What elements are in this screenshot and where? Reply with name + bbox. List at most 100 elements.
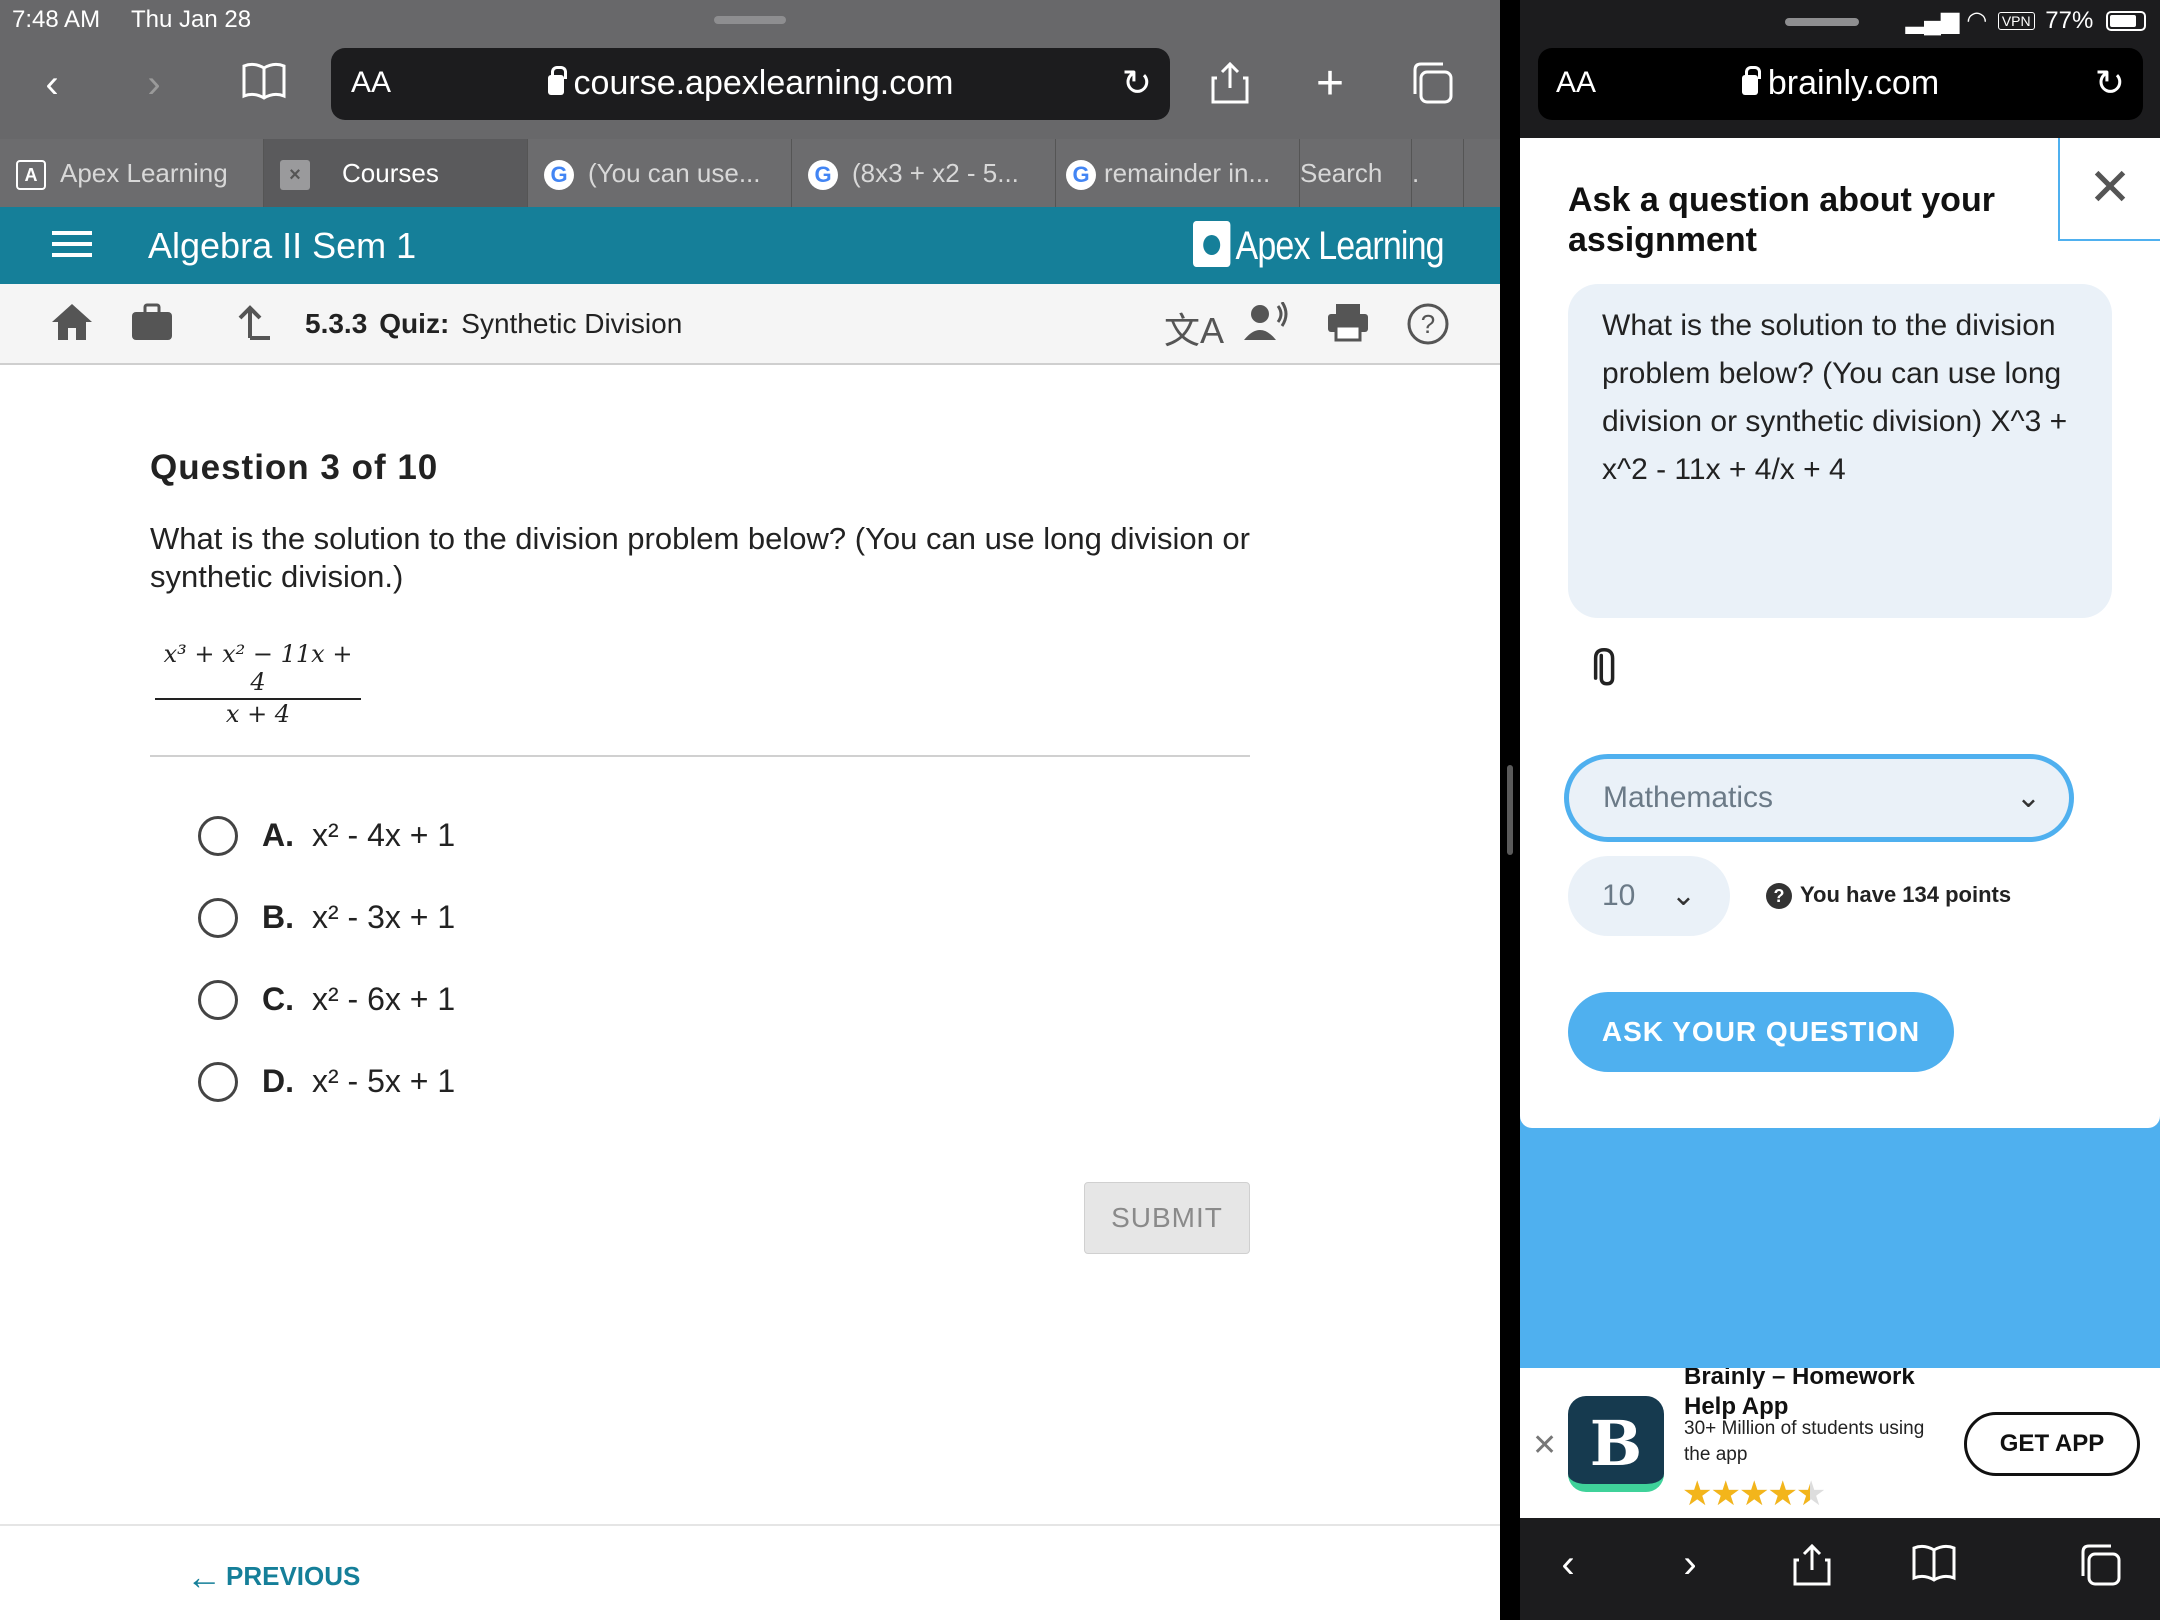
course-header: Algebra II Sem 1 Apex Learning <box>0 207 1500 284</box>
tab-courses[interactable]: × Courses <box>264 139 528 207</box>
split-handle[interactable] <box>1507 765 1513 855</box>
fraction-denominator: x + 4 <box>225 700 291 728</box>
battery-icon <box>2106 11 2146 31</box>
close-tab-icon[interactable]: × <box>280 160 310 191</box>
course-title: Algebra II Sem 1 <box>148 225 417 266</box>
multitask-grabber[interactable] <box>714 16 786 24</box>
url-text: brainly.com <box>1538 64 2143 103</box>
radio-button[interactable] <box>198 980 238 1020</box>
chevron-down-icon: ⌄ <box>1670 879 1696 912</box>
close-icon[interactable]: ✕ <box>2058 138 2160 241</box>
new-tab-icon[interactable]: + <box>1306 60 1354 108</box>
safari-bottom-toolbar: ‹ › <box>1520 1520 2160 1620</box>
left-pane: 7:48 AM Thu Jan 28 ‹ › AA course.apexlea… <box>0 0 1500 1620</box>
option-expression: x² - 5x + 1 <box>312 1063 456 1099</box>
svg-text:?: ? <box>1421 309 1435 339</box>
address-bar[interactable]: AA brainly.com ↻ <box>1538 48 2143 120</box>
menu-icon[interactable] <box>52 231 92 259</box>
battery-percent: 77% <box>2045 7 2094 34</box>
arrow-left-icon: ← <box>186 1556 222 1597</box>
rating-stars: ★★★★★★★★★★ <box>1682 1475 1826 1513</box>
lock-icon <box>547 66 567 95</box>
tab-search[interactable]: Search <box>1300 139 1412 207</box>
share-icon[interactable] <box>1206 60 1254 108</box>
submit-button[interactable]: SUBMIT <box>1084 1182 1250 1254</box>
question-mark-icon[interactable]: ? <box>1766 883 1792 909</box>
google-tab-icon: G <box>544 160 574 191</box>
tabs-overview-icon[interactable] <box>2070 1542 2130 1598</box>
get-app-button[interactable]: GET APP <box>1964 1412 2140 1476</box>
rating-stars-filled: ★★★★★ <box>1682 1475 1810 1513</box>
modal-heading: Ask a question about your assignment <box>1568 181 1995 259</box>
tab-dot[interactable]: . <box>1412 139 1464 207</box>
quiz-toolbar: 5.3.3 Quiz: Synthetic Division 文A ? <box>0 284 1500 365</box>
url-text: course.apexlearning.com <box>331 64 1170 103</box>
radio-button[interactable] <box>198 816 238 856</box>
back-icon[interactable]: ‹ <box>28 60 76 108</box>
status-icons: ▂▄▆ ◠ VPN 77% <box>1784 6 2146 35</box>
vpn-badge: VPN <box>1997 12 2035 30</box>
question-textarea[interactable]: What is the solution to the division pro… <box>1568 284 2112 618</box>
signal-icon: ▂▄▆ <box>1905 7 1960 34</box>
multitask-grabber[interactable] <box>1784 17 1859 26</box>
up-arrow-icon[interactable] <box>236 302 272 352</box>
apex-logo: Apex Learning <box>1193 221 1445 269</box>
breadcrumb: 5.3.3 Quiz: Synthetic Division <box>305 308 683 339</box>
apex-logo-icon <box>1193 221 1231 267</box>
option-expression: x² - 3x + 1 <box>312 899 456 935</box>
tab-strip: A Apex Learning × Courses G (You can use...… <box>0 139 1500 207</box>
app-banner: ✕ B Brainly – Homework Help App 30+ Mill… <box>1520 1368 2160 1518</box>
address-bar[interactable]: AA course.apexlearning.com ↻ <box>331 48 1170 120</box>
reload-icon[interactable]: ↻ <box>1122 62 1152 104</box>
right-pane: ▂▄▆ ◠ VPN 77% AA brainly.com ↻ ✕ Ask a q… <box>1520 0 2160 1620</box>
bookmarks-icon[interactable] <box>240 60 288 108</box>
tabs-overview-icon[interactable] <box>1408 60 1456 108</box>
help-icon[interactable]: ? <box>1406 302 1450 356</box>
forward-icon[interactable]: › <box>1660 1542 1720 1587</box>
fraction-numerator: x³ + x² − 11x + 4 <box>155 640 361 700</box>
subject-select[interactable]: Mathematics ⌄ <box>1564 754 2074 842</box>
previous-button[interactable]: ← PREVIOUS <box>186 1556 360 1598</box>
bookmarks-icon[interactable] <box>1904 1542 1964 1592</box>
tab-you-can-use[interactable]: G (You can use... <box>528 139 792 207</box>
back-icon[interactable]: ‹ <box>1538 1542 1598 1587</box>
tab-remainder[interactable]: Gremainder in... <box>1056 139 1300 207</box>
split-view-divider[interactable] <box>1500 0 1520 1620</box>
google-tab-icon: G <box>808 160 838 191</box>
tab-8x3[interactable]: G (8x3 + x2 - 5... <box>792 139 1056 207</box>
translate-icon[interactable]: 文A <box>1164 302 1224 354</box>
chevron-down-icon: ⌄ <box>2015 781 2041 814</box>
banner-title: Brainly – Homework Help App <box>1684 1368 1915 1420</box>
wifi-icon: ◠ <box>1966 7 1988 34</box>
close-banner-icon[interactable]: ✕ <box>1532 1428 1557 1463</box>
points-select[interactable]: 10 ⌄ <box>1568 856 1730 936</box>
share-icon[interactable] <box>1782 1542 1842 1598</box>
forward-icon[interactable]: › <box>130 60 178 108</box>
question-header: Question 3 of 10 <box>150 448 439 487</box>
tab-apex-learning[interactable]: A Apex Learning <box>0 139 264 207</box>
divider <box>150 755 1250 757</box>
ask-question-button[interactable]: ASK YOUR QUESTION <box>1568 992 1954 1072</box>
radio-button[interactable] <box>198 1062 238 1102</box>
radio-button[interactable] <box>198 898 238 938</box>
read-aloud-icon[interactable] <box>1244 301 1290 352</box>
status-time: 7:48 AM <box>12 6 101 33</box>
points-info: ? You have 134 points <box>1766 882 2011 909</box>
briefcase-icon[interactable] <box>130 302 174 352</box>
lock-icon <box>1741 66 1761 95</box>
question-text: What is the solution to the division pro… <box>150 521 1250 594</box>
ask-question-modal: ✕ Ask a question about your assignment W… <box>1520 138 2160 1128</box>
brainly-app-icon: B <box>1568 1396 1664 1492</box>
quiz-footer: ← PREVIOUS <box>0 1524 1500 1620</box>
attachment-icon[interactable] <box>1573 638 1643 708</box>
home-icon[interactable] <box>50 302 94 352</box>
division-fraction: x³ + x² − 11x + 4 x + 4 <box>155 640 361 728</box>
reload-icon[interactable]: ↻ <box>2095 62 2125 104</box>
option-expression: x² - 4x + 1 <box>312 817 456 853</box>
print-icon[interactable] <box>1326 302 1370 352</box>
option-expression: x² - 6x + 1 <box>312 981 456 1017</box>
banner-subtitle: 30+ Million of students using the app <box>1684 1418 1925 1465</box>
apex-tab-icon: A <box>16 160 46 191</box>
google-tab-icon: G <box>1066 160 1096 191</box>
status-date: Thu Jan 28 <box>131 6 252 33</box>
